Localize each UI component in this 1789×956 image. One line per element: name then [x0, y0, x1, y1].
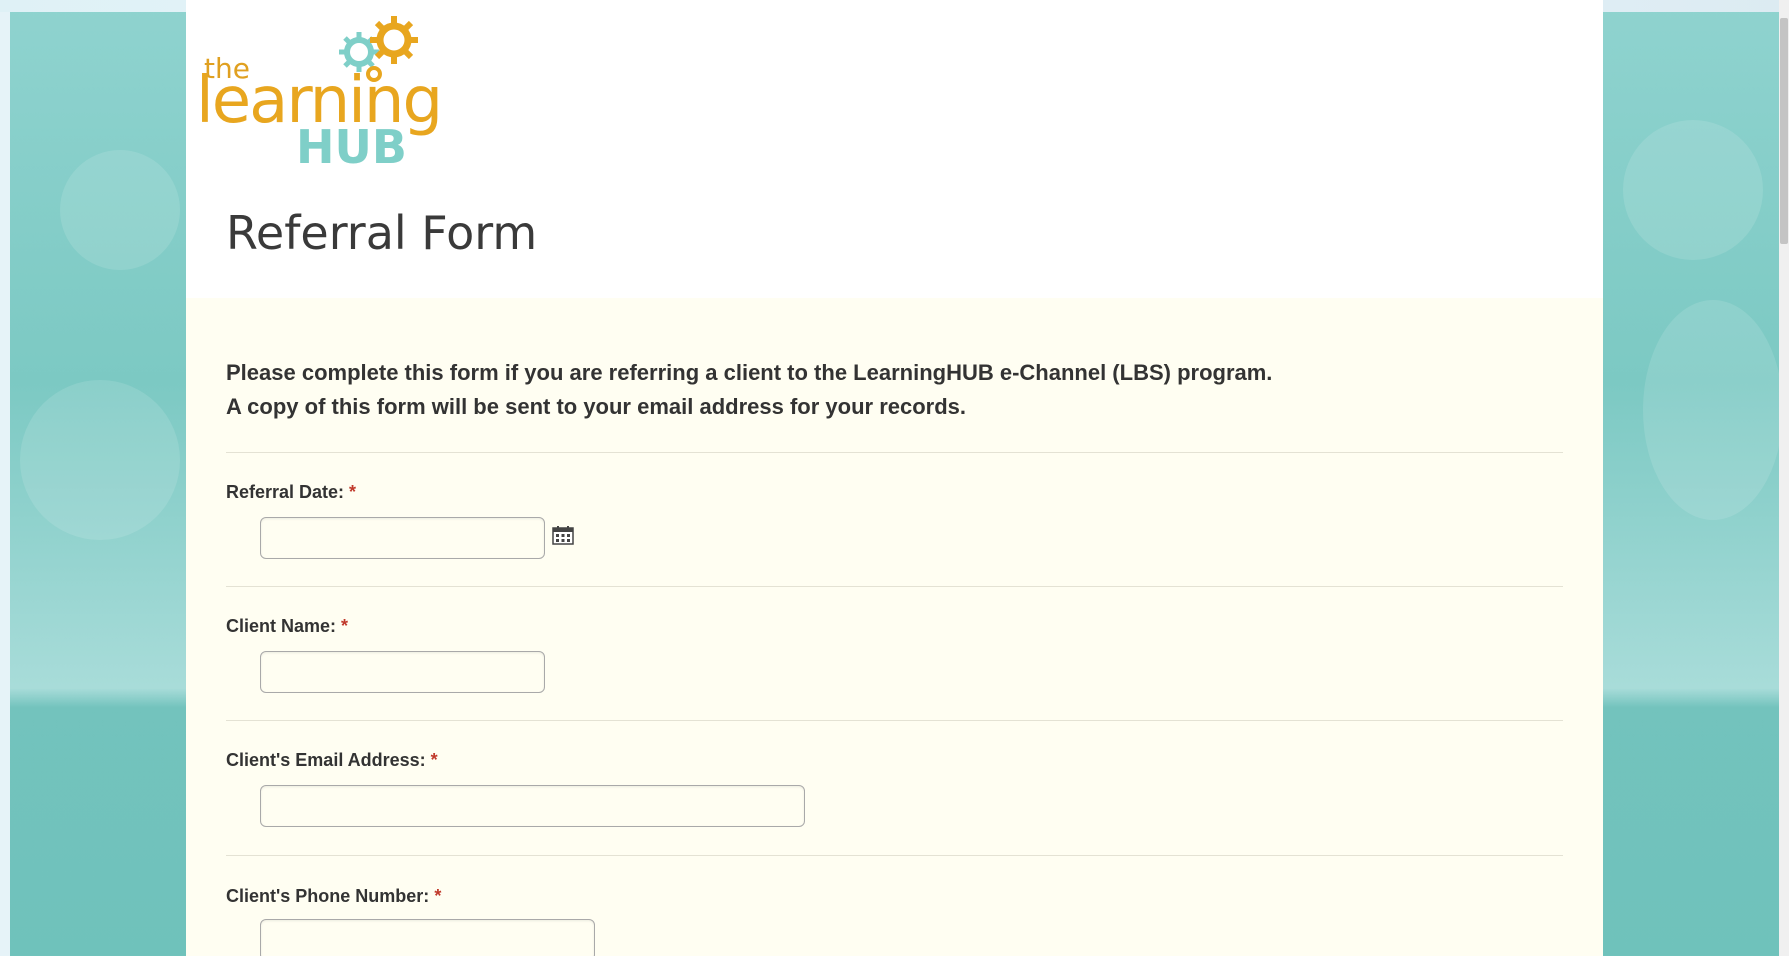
intro-line-1: Please complete this form if you are ref…: [226, 360, 1273, 385]
background-right-panel: [1603, 0, 1789, 956]
form-intro: Please complete this form if you are ref…: [226, 356, 1272, 424]
scrollbar-thumb[interactable]: [1780, 18, 1788, 244]
required-marker: *: [349, 482, 357, 502]
intro-line-2: A copy of this form will be sent to your…: [226, 394, 967, 419]
required-marker: *: [430, 750, 438, 770]
referral-date-label: Referral Date: *: [226, 482, 357, 502]
page-scrollbar[interactable]: [1779, 0, 1789, 956]
learninghub-logo: the learning HUB: [196, 12, 443, 174]
form-panel: the learning HUB Referral Form Please co…: [186, 0, 1603, 956]
logo-hub-text: HUB: [296, 120, 407, 174]
client-name-label: Client Name: *: [226, 616, 349, 636]
client-name-input[interactable]: [260, 651, 545, 693]
calendar-icon[interactable]: [552, 525, 574, 545]
background-gear-shape: [1643, 300, 1783, 520]
referral-date-input[interactable]: [260, 517, 545, 559]
background-gear-shape: [20, 380, 180, 540]
client-email-label: Client's Email Address: *: [226, 750, 438, 770]
divider: [226, 720, 1563, 721]
required-marker: *: [341, 616, 349, 636]
divider: [226, 452, 1563, 453]
background-gear-shape: [1623, 120, 1763, 260]
background-left-panel: [0, 0, 186, 956]
client-email-input[interactable]: [260, 785, 805, 827]
required-marker: *: [434, 886, 442, 906]
client-phone-label: Client's Phone Number: *: [226, 886, 442, 906]
background-gear-shape: [60, 150, 180, 270]
client-phone-input[interactable]: [260, 919, 595, 956]
page-title: Referral Form: [226, 206, 538, 260]
form-header: the learning HUB Referral Form: [186, 0, 1603, 298]
divider: [226, 586, 1563, 587]
divider: [226, 855, 1563, 856]
